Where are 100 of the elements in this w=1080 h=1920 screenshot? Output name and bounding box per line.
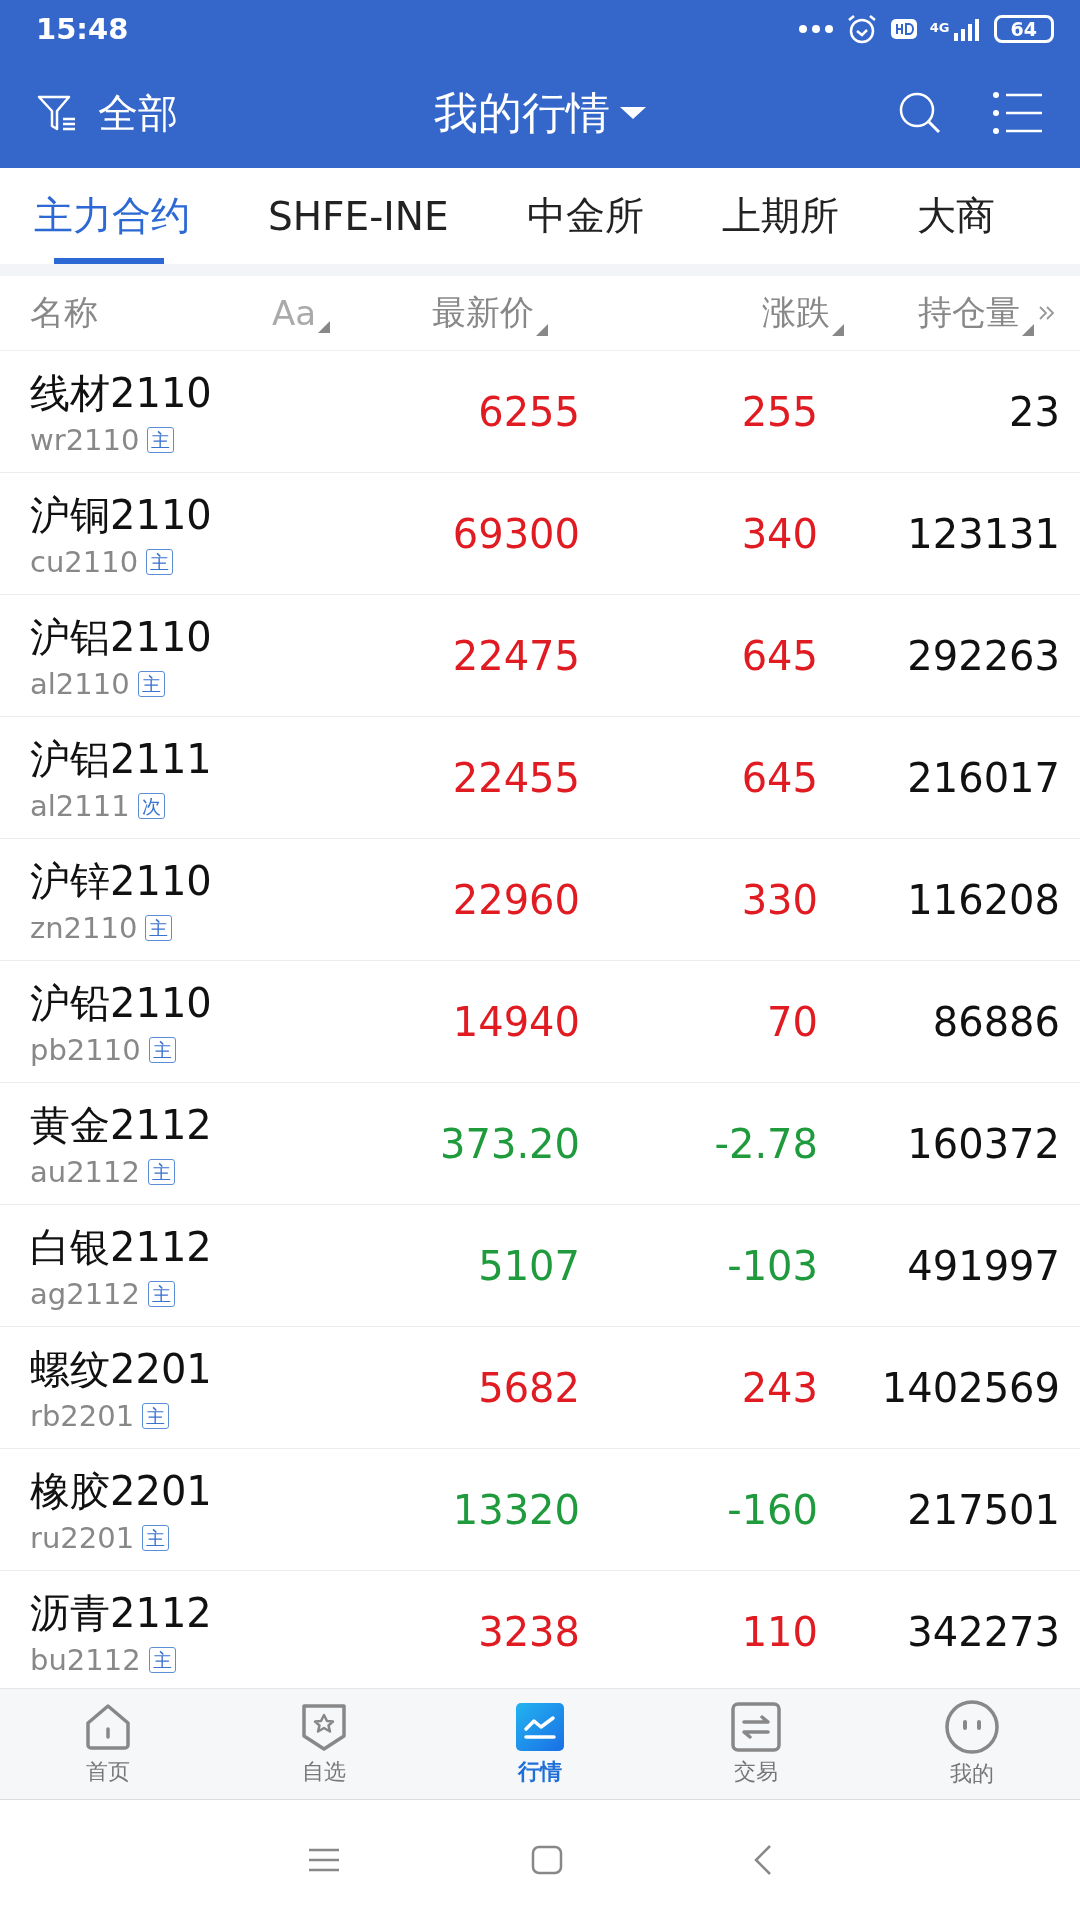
contract-tag: 主: [145, 915, 173, 941]
contract-tag: 主: [142, 1403, 170, 1429]
contract-code: bu2112: [30, 1643, 141, 1677]
column-header: 名称: [30, 291, 98, 334]
price-change: -160: [726, 1486, 818, 1533]
price-change: 645: [740, 632, 818, 679]
nav-tab[interactable]: 自选: [216, 1689, 432, 1799]
contract-code: pb2110: [30, 1033, 141, 1067]
contract-name: 黄金2112: [30, 1101, 213, 1150]
contract-tag: 主: [148, 1647, 176, 1673]
back-icon[interactable]: [753, 1844, 773, 1876]
open-interest: 342273: [906, 1608, 1060, 1655]
signal-icon: [951, 17, 982, 41]
quote-row[interactable]: 沪铅2110 pb2110 主 14940 70 86886: [0, 961, 1080, 1083]
open-interest: 292263: [906, 632, 1060, 679]
exchange-tab[interactable]: 大商: [882, 168, 1023, 264]
exchange-tab[interactable]: 主力合约: [0, 168, 218, 264]
quote-row[interactable]: 沪铝2111 al2111 次 22455 645 216017: [0, 717, 1080, 839]
exchange-arrows-icon: [730, 1701, 782, 1753]
more-dots-icon: [797, 24, 834, 34]
nav-tab[interactable]: 交易: [648, 1689, 864, 1799]
contract-code: cu2110: [30, 545, 139, 579]
contract-code: ru2201: [30, 1521, 135, 1555]
more-columns-icon[interactable]: [1038, 304, 1056, 322]
open-interest: 491997: [906, 1242, 1060, 1289]
chart-icon: [514, 1701, 566, 1753]
menu-icon[interactable]: [992, 91, 1044, 135]
contract-name: 线材2110: [30, 369, 213, 418]
quote-row[interactable]: 橡胶2201 ru2201 主 13320 -160 217501: [0, 1449, 1080, 1571]
face-circle-icon: [944, 1699, 1000, 1755]
contract-tag: 主: [148, 1281, 175, 1307]
open-interest: 123131: [906, 510, 1060, 557]
column-header[interactable]: 涨跌: [762, 290, 830, 336]
latest-price: 3238: [477, 1608, 580, 1655]
contract-code: ag2112: [30, 1277, 140, 1311]
latest-price: 6255: [477, 388, 580, 435]
quote-row[interactable]: 黄金2112 au2112 主 373.20 -2.78 160372: [0, 1083, 1080, 1205]
contract-name: 白银2112: [30, 1223, 213, 1272]
quote-row[interactable]: 沪铜2110 cu2110 主 69300 340 123131: [0, 473, 1080, 595]
latest-price: 22960: [451, 876, 580, 923]
quote-row[interactable]: 白银2112 ag2112 主 5107 -103 491997: [0, 1205, 1080, 1327]
contract-name: 橡胶2201: [30, 1467, 213, 1516]
contract-code: al2111: [30, 789, 130, 823]
price-change: 645: [740, 754, 818, 801]
nav-tab[interactable]: 首页: [0, 1689, 216, 1799]
exchange-tab[interactable]: 上期所: [687, 168, 867, 264]
latest-price: 22455: [451, 754, 580, 801]
sort-icon: [318, 321, 331, 333]
contract-code: al2110: [30, 667, 130, 701]
home-button-icon[interactable]: [531, 1845, 563, 1875]
contract-tag: 主: [147, 1159, 175, 1185]
exchange-tab[interactable]: SHFE-INE: [234, 168, 477, 264]
contract-name: 沪铝2111: [30, 735, 213, 784]
contract-code: au2112: [30, 1155, 140, 1189]
latest-price: 14940: [451, 998, 580, 1045]
contract-tag: 主: [146, 549, 174, 575]
open-interest: 86886: [931, 998, 1060, 1045]
open-interest: 116208: [906, 876, 1060, 923]
title-dropdown[interactable]: 我的行情: [434, 83, 646, 143]
contract-tag: 主: [148, 1037, 176, 1063]
price-change: 255: [740, 388, 818, 435]
nav-tab[interactable]: 我的: [864, 1689, 1080, 1799]
hd-icon: [889, 18, 918, 40]
price-change: 110: [740, 1608, 818, 1655]
open-interest: 160372: [906, 1120, 1060, 1167]
contract-tag: 主: [147, 427, 175, 453]
quote-row[interactable]: 线材2110 wr2110 主 6255 255 23: [0, 351, 1080, 473]
open-interest: 216017: [906, 754, 1060, 801]
contract-name: 螺纹2201: [30, 1345, 213, 1394]
sort-icon: [536, 324, 548, 336]
sort-icon: [832, 324, 844, 336]
quote-row[interactable]: 沪锌2110 zn2110 主 22960 330 116208: [0, 839, 1080, 961]
exchange-tab[interactable]: 中金所: [492, 168, 672, 264]
price-change: 340: [740, 510, 818, 557]
sort-icon: [1022, 324, 1034, 336]
column-header[interactable]: 持仓量: [918, 290, 1020, 336]
latest-price: 373.20: [439, 1120, 580, 1167]
filter-label[interactable]: 全部: [98, 85, 178, 141]
caret-icon: [620, 107, 646, 119]
network-label: 4G: [929, 20, 950, 35]
price-change: 330: [740, 876, 818, 923]
latest-price: 22475: [451, 632, 580, 679]
contract-name: 沪铅2110: [30, 979, 213, 1028]
latest-price: 13320: [451, 1486, 580, 1533]
contract-code: rb2201: [30, 1399, 135, 1433]
nav-tab[interactable]: 行情: [432, 1689, 648, 1799]
contract-name: 沥青2112: [30, 1589, 213, 1638]
contract-name: 沪锌2110: [30, 857, 213, 906]
open-interest: 23: [1008, 388, 1060, 435]
recent-apps-icon[interactable]: [307, 1847, 341, 1873]
latest-price: 5107: [477, 1242, 580, 1289]
contract-name: 沪铝2110: [30, 613, 213, 662]
quote-row[interactable]: 螺纹2201 rb2201 主 5682 243 1402569: [0, 1327, 1080, 1449]
contract-name: 沪铜2110: [30, 491, 213, 540]
status-time: 15:48: [36, 12, 129, 46]
quote-row[interactable]: 沪铝2110 al2110 主 22475 645 292263: [0, 595, 1080, 717]
open-interest: 217501: [906, 1486, 1060, 1533]
column-header[interactable]: 最新价: [432, 290, 534, 336]
contract-code: zn2110: [30, 911, 138, 945]
price-change: 243: [740, 1364, 818, 1411]
